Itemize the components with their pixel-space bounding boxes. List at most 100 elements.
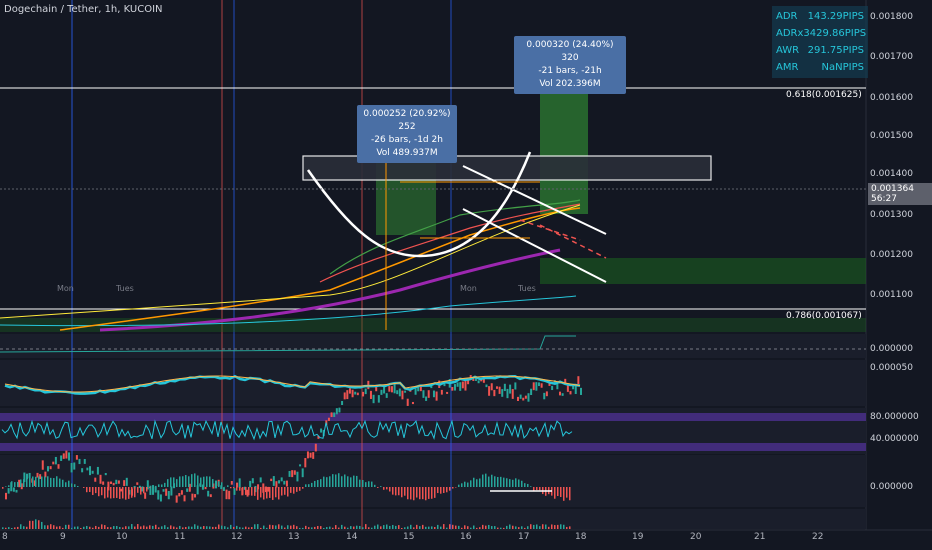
- hist-bar: [377, 487, 379, 488]
- volume-bar: [455, 525, 457, 529]
- volume-bar: [32, 520, 34, 529]
- hist-bar: [89, 487, 91, 492]
- volume-bar: [566, 526, 568, 529]
- volume-bar: [545, 524, 547, 529]
- volume-bar: [563, 524, 565, 529]
- volume-bar: [107, 527, 109, 529]
- hist-bar: [440, 487, 442, 494]
- candle: [272, 476, 275, 486]
- hist-bar: [566, 487, 568, 498]
- hist-bar: [308, 484, 310, 487]
- hist-bar: [464, 481, 466, 487]
- candle: [154, 486, 157, 493]
- volume-bar: [125, 526, 127, 529]
- candle: [167, 490, 170, 500]
- chart-canvas[interactable]: [0, 0, 932, 550]
- hist-bar: [515, 478, 517, 487]
- hist-bar: [140, 487, 142, 495]
- hist-axis: 0.000000: [870, 482, 913, 492]
- volume-bar: [383, 525, 385, 529]
- volume-bar: [530, 524, 532, 529]
- volume-bar: [311, 527, 313, 529]
- hist-bar: [335, 474, 337, 487]
- hist-bar: [479, 478, 481, 487]
- hist-bar: [389, 487, 391, 492]
- hist-bar: [428, 487, 430, 499]
- volume-bar: [23, 526, 25, 529]
- candle: [49, 466, 52, 470]
- candle: [78, 458, 81, 465]
- hist-bar: [299, 487, 301, 491]
- candle: [144, 492, 147, 499]
- volume-bar: [476, 527, 478, 529]
- hist-bar: [2, 487, 4, 489]
- hist-bar: [497, 477, 499, 487]
- volume-bar: [284, 527, 286, 529]
- volume-bar: [539, 526, 541, 529]
- hist-bar: [527, 483, 529, 487]
- hist-bar: [41, 476, 43, 487]
- volume-bar: [470, 527, 472, 529]
- candle: [493, 389, 496, 397]
- hist-bar: [158, 484, 160, 487]
- hist-bar: [401, 487, 403, 498]
- volume-bar: [380, 526, 382, 529]
- candle: [506, 388, 509, 399]
- macd-axis: 0.000050: [870, 363, 913, 373]
- measure-tooltip: 0.000252 (20.92%) 252 -26 bars, -1d 2h V…: [357, 105, 457, 163]
- volume-bar: [200, 526, 202, 529]
- candle: [136, 482, 139, 485]
- volume-bar: [512, 525, 514, 529]
- candle: [270, 478, 273, 482]
- hist-bar: [194, 473, 196, 487]
- hist-bar: [305, 484, 307, 487]
- hist-bar: [74, 484, 76, 487]
- candle: [54, 456, 57, 465]
- hist-bar: [8, 485, 10, 487]
- measure-tooltip: 0.000320 (24.40%) 320 -21 bars, -21h Vol…: [514, 36, 626, 94]
- hist-bar: [107, 487, 109, 498]
- candle: [522, 397, 525, 401]
- volume-bar: [497, 527, 499, 529]
- hist-bar: [170, 477, 172, 487]
- candle: [309, 452, 312, 458]
- candle: [540, 383, 543, 388]
- x-tick: 12: [231, 532, 243, 542]
- volume-bar: [155, 524, 157, 529]
- volume-bar: [338, 527, 340, 529]
- x-tick: 9: [60, 532, 66, 542]
- volume-bar: [473, 525, 475, 529]
- candle: [283, 480, 286, 485]
- candle: [301, 468, 304, 478]
- hist-bar: [116, 487, 118, 498]
- volume-bar: [164, 525, 166, 529]
- candle: [278, 480, 281, 484]
- candle: [68, 452, 71, 461]
- volume-bar: [26, 526, 28, 529]
- volume-bar: [203, 526, 205, 529]
- volume-bar: [152, 525, 154, 529]
- volume-bar: [287, 525, 289, 529]
- candle: [83, 459, 86, 464]
- candle: [233, 488, 236, 495]
- price-tick: 0.001700: [870, 52, 913, 62]
- volume-bar: [377, 524, 379, 529]
- volume-bar: [179, 525, 181, 529]
- candle: [451, 387, 454, 391]
- x-tick: 21: [754, 532, 766, 542]
- chart-title: Dogechain / Tether, 1h, KUCOIN: [4, 4, 163, 15]
- hist-bar: [410, 487, 412, 500]
- volume-bar: [35, 519, 37, 529]
- volume-bar: [44, 525, 46, 529]
- hist-bar: [458, 484, 460, 487]
- hist-bar: [533, 487, 535, 491]
- candle: [285, 480, 288, 487]
- volume-bar: [104, 525, 106, 529]
- hist-bar: [236, 487, 238, 491]
- volume-bar: [170, 525, 172, 529]
- volume-bar: [191, 526, 193, 529]
- hist-bar: [206, 476, 208, 487]
- candle: [485, 384, 488, 388]
- hist-bar: [326, 477, 328, 487]
- hist-bar: [113, 487, 115, 499]
